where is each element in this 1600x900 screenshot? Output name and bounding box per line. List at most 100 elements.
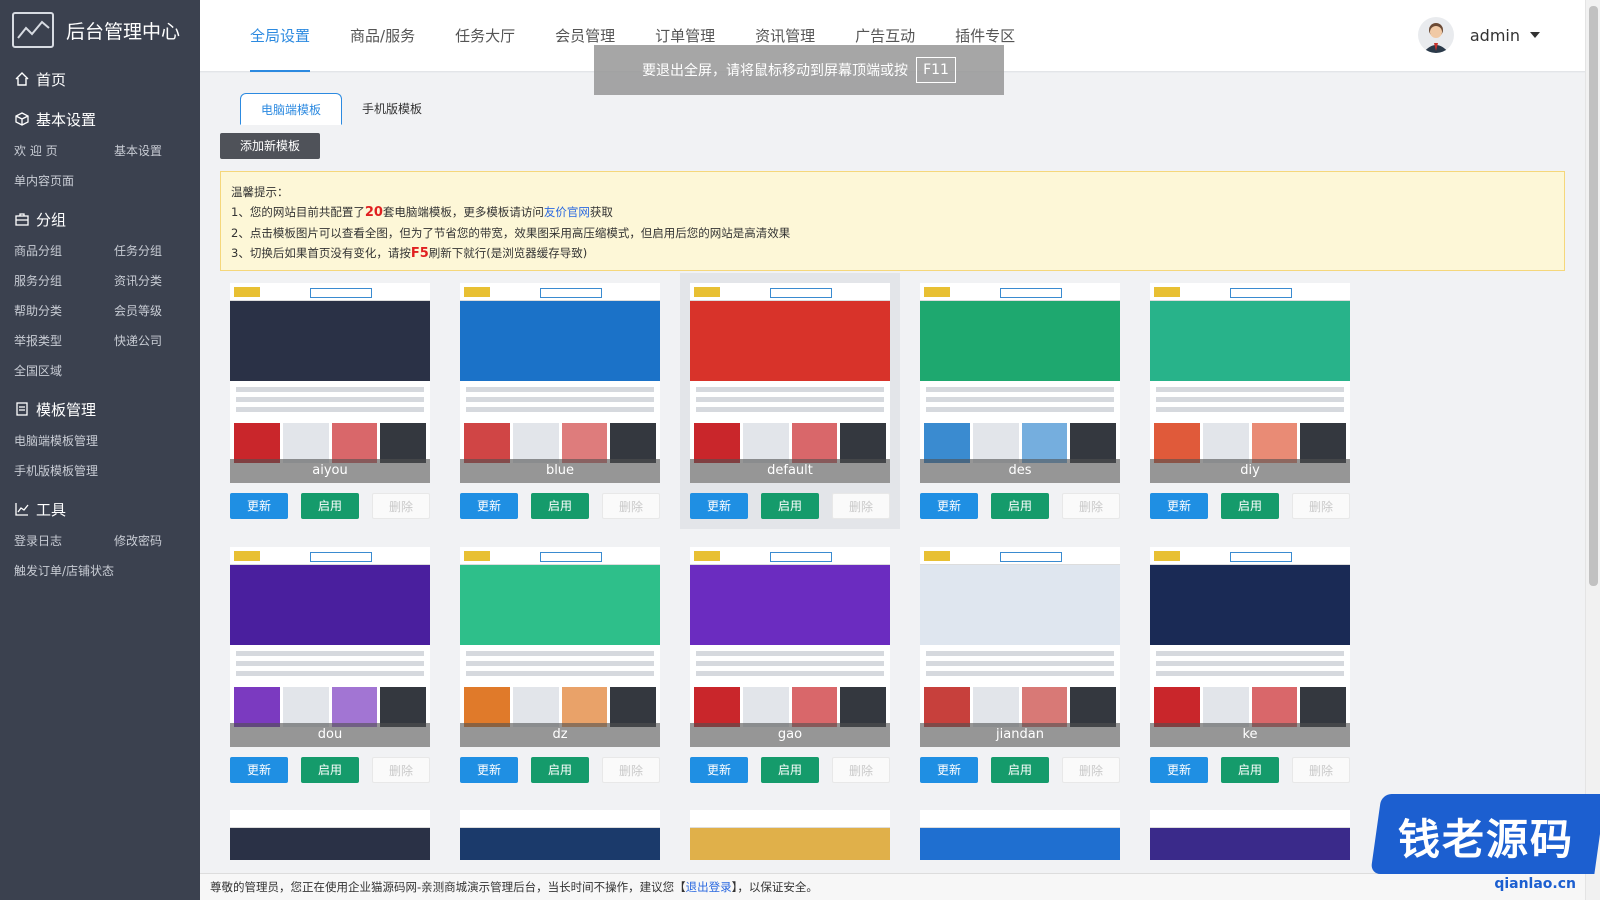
template-thumbnail[interactable]: des <box>920 283 1120 483</box>
sidebar-section-templates[interactable]: 模板管理 <box>14 398 200 420</box>
sidebar-section-basic[interactable]: 基本设置 <box>14 108 200 130</box>
delete-button[interactable]: 删除 <box>832 757 890 783</box>
sidebar-item-couriers[interactable]: 快递公司 <box>114 326 204 356</box>
update-button[interactable]: 更新 <box>460 757 518 783</box>
enable-button[interactable]: 启用 <box>991 757 1049 783</box>
sidebar-item-service-groups[interactable]: 服务分组 <box>14 266 114 296</box>
page-scrollbar[interactable] <box>1585 0 1600 900</box>
template-thumbnail[interactable] <box>920 810 1120 860</box>
delete-button[interactable]: 删除 <box>1062 493 1120 519</box>
sidebar-item-single-page[interactable]: 单内容页面 <box>14 166 114 196</box>
thumb-header <box>690 547 890 565</box>
delete-button[interactable]: 删除 <box>372 493 430 519</box>
enable-button[interactable]: 启用 <box>531 493 589 519</box>
enable-button[interactable]: 启用 <box>301 757 359 783</box>
sidebar-item-mobile-templates[interactable]: 手机版模板管理 <box>14 456 204 486</box>
thumb-header <box>920 810 1120 828</box>
sidebar-item-login-log[interactable]: 登录日志 <box>14 526 114 556</box>
enable-button[interactable]: 启用 <box>531 757 589 783</box>
tab-products[interactable]: 商品/服务 <box>350 0 415 72</box>
refresh-key: F5 <box>410 246 429 261</box>
tab-task-hall[interactable]: 任务大厅 <box>455 0 515 72</box>
sidebar-item-basic-settings[interactable]: 基本设置 <box>114 136 204 166</box>
sidebar-item-home[interactable]: 首页 <box>14 68 200 90</box>
template-thumbnail[interactable]: aiyou <box>230 283 430 483</box>
tab-pc-templates[interactable]: 电脑端模板 <box>240 93 343 125</box>
template-card: blue 更新 启用 删除 <box>460 283 660 527</box>
sidebar-item-regions[interactable]: 全国区域 <box>14 356 114 386</box>
sidebar-item-help-categories[interactable]: 帮助分类 <box>14 296 114 326</box>
delete-button[interactable]: 删除 <box>1292 493 1350 519</box>
template-thumbnail[interactable] <box>1150 810 1350 860</box>
sidebar-item-pc-templates[interactable]: 电脑端模板管理 <box>14 426 204 456</box>
thumb-banner <box>230 828 430 860</box>
tab-mobile-templates[interactable]: 手机版模板 <box>342 93 442 125</box>
template-thumbnail[interactable] <box>690 810 890 860</box>
enable-button[interactable]: 启用 <box>761 493 819 519</box>
document-icon <box>14 401 30 417</box>
sidebar-item-trigger-status[interactable]: 触发订单/店铺状态 <box>14 556 204 586</box>
thumb-banner <box>230 565 430 645</box>
sidebar-item-welcome[interactable]: 欢 迎 页 <box>14 136 114 166</box>
enable-button[interactable]: 启用 <box>1221 493 1279 519</box>
thumb-rows <box>466 387 654 417</box>
sidebar-item-report-types[interactable]: 举报类型 <box>14 326 114 356</box>
template-thumbnail[interactable]: gao <box>690 547 890 747</box>
sidebar-section-groups[interactable]: 分组 <box>14 208 200 230</box>
update-button[interactable]: 更新 <box>460 493 518 519</box>
logout-link[interactable]: 退出登录 <box>686 880 732 894</box>
brand[interactable]: 后台管理中心 <box>0 0 200 60</box>
thumb-banner <box>690 565 890 645</box>
footer-text: 】，以保证安全。 <box>731 880 818 894</box>
sidebar-section-tools[interactable]: 工具 <box>14 498 200 520</box>
sidebar-item-member-levels[interactable]: 会员等级 <box>114 296 204 326</box>
enable-button[interactable]: 启用 <box>1221 757 1279 783</box>
thumb-header <box>1150 810 1350 828</box>
template-thumbnail[interactable]: blue <box>460 283 660 483</box>
sidebar-item-product-groups[interactable]: 商品分组 <box>14 236 114 266</box>
delete-button[interactable]: 删除 <box>1292 757 1350 783</box>
template-thumbnail[interactable]: dz <box>460 547 660 747</box>
briefcase-icon <box>14 211 30 227</box>
update-button[interactable]: 更新 <box>230 493 288 519</box>
enable-button[interactable]: 启用 <box>761 757 819 783</box>
thumb-rows <box>926 387 1114 417</box>
notice-text: 3、切换后如果首页没有变化，请按 <box>231 246 411 260</box>
delete-button[interactable]: 删除 <box>1062 757 1120 783</box>
delete-button[interactable]: 删除 <box>372 757 430 783</box>
thumb-header <box>230 547 430 565</box>
template-thumbnail[interactable] <box>230 810 430 860</box>
template-thumbnail[interactable]: default <box>690 283 890 483</box>
update-button[interactable]: 更新 <box>1150 493 1208 519</box>
template-thumbnail[interactable]: ke <box>1150 547 1350 747</box>
enable-button[interactable]: 启用 <box>301 493 359 519</box>
user-name: admin <box>1469 25 1520 45</box>
update-button[interactable]: 更新 <box>920 757 978 783</box>
sidebar-item-task-groups[interactable]: 任务分组 <box>114 236 204 266</box>
update-button[interactable]: 更新 <box>920 493 978 519</box>
sidebar-item-news-categories[interactable]: 资讯分类 <box>114 266 204 296</box>
template-thumbnail[interactable]: dou <box>230 547 430 747</box>
enable-button[interactable]: 启用 <box>991 493 1049 519</box>
add-template-button[interactable]: 添加新模板 <box>220 133 320 159</box>
update-button[interactable]: 更新 <box>690 757 748 783</box>
user-menu[interactable]: admin <box>1417 17 1540 53</box>
thumb-banner <box>1150 301 1350 381</box>
template-actions: 更新 启用 删除 <box>1150 757 1350 783</box>
delete-button[interactable]: 删除 <box>602 757 660 783</box>
delete-button[interactable]: 删除 <box>832 493 890 519</box>
update-button[interactable]: 更新 <box>690 493 748 519</box>
update-button[interactable]: 更新 <box>1150 757 1208 783</box>
template-thumbnail[interactable]: jiandan <box>920 547 1120 747</box>
template-grid: aiyou 更新 启用 删除 blue 更新 启用 删除 default 更新 … <box>230 273 1350 791</box>
template-thumbnail[interactable] <box>460 810 660 860</box>
template-thumbnail[interactable]: diy <box>1150 283 1350 483</box>
template-card: default 更新 启用 删除 <box>680 273 900 529</box>
tab-global-settings[interactable]: 全局设置 <box>250 0 311 72</box>
sidebar-item-change-password[interactable]: 修改密码 <box>114 526 204 556</box>
update-button[interactable]: 更新 <box>230 757 288 783</box>
template-actions: 更新 启用 删除 <box>920 493 1120 519</box>
scrollbar-thumb[interactable] <box>1589 6 1598 586</box>
delete-button[interactable]: 删除 <box>602 493 660 519</box>
official-site-link[interactable]: 友价官网 <box>544 205 590 219</box>
